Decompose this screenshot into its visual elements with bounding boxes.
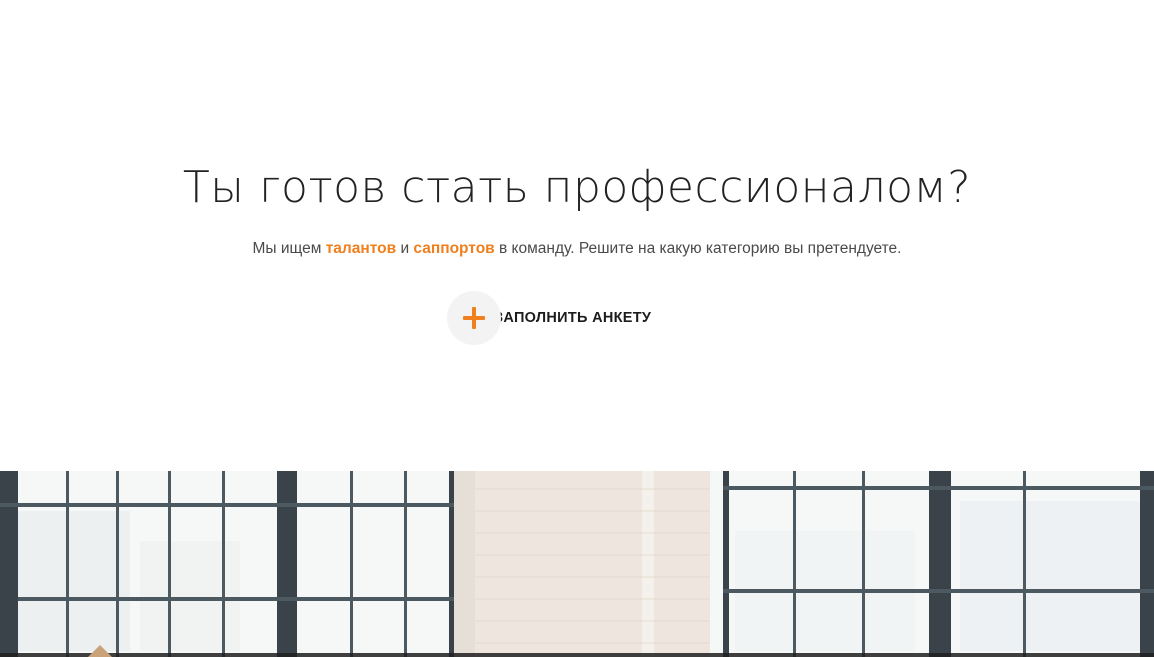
subtitle-middle: и	[396, 240, 414, 257]
plus-icon	[463, 307, 485, 329]
fill-form-label: ЗАПОЛНИТЬ АНКЕТУ	[494, 310, 652, 326]
office-windows-illustration	[0, 471, 1154, 657]
subtitle-prefix: Мы ищем	[252, 240, 326, 257]
hero-subtitle: Мы ищем талантов и саппортов в команду. …	[0, 238, 1154, 260]
cta-circle	[447, 291, 501, 345]
hero-section: Ты готов стать профессионалом? Мы ищем т…	[0, 0, 1154, 471]
supports-link[interactable]: саппортов	[413, 240, 494, 257]
office-windows-photo	[0, 471, 1154, 657]
page-title: Ты готов стать профессионалом?	[182, 162, 972, 213]
fill-form-button[interactable]: ЗАПОЛНИТЬ АНКЕТУ	[447, 291, 651, 345]
subtitle-suffix: в команду. Решите на какую категорию вы …	[494, 240, 902, 257]
talents-link[interactable]: талантов	[326, 240, 396, 257]
